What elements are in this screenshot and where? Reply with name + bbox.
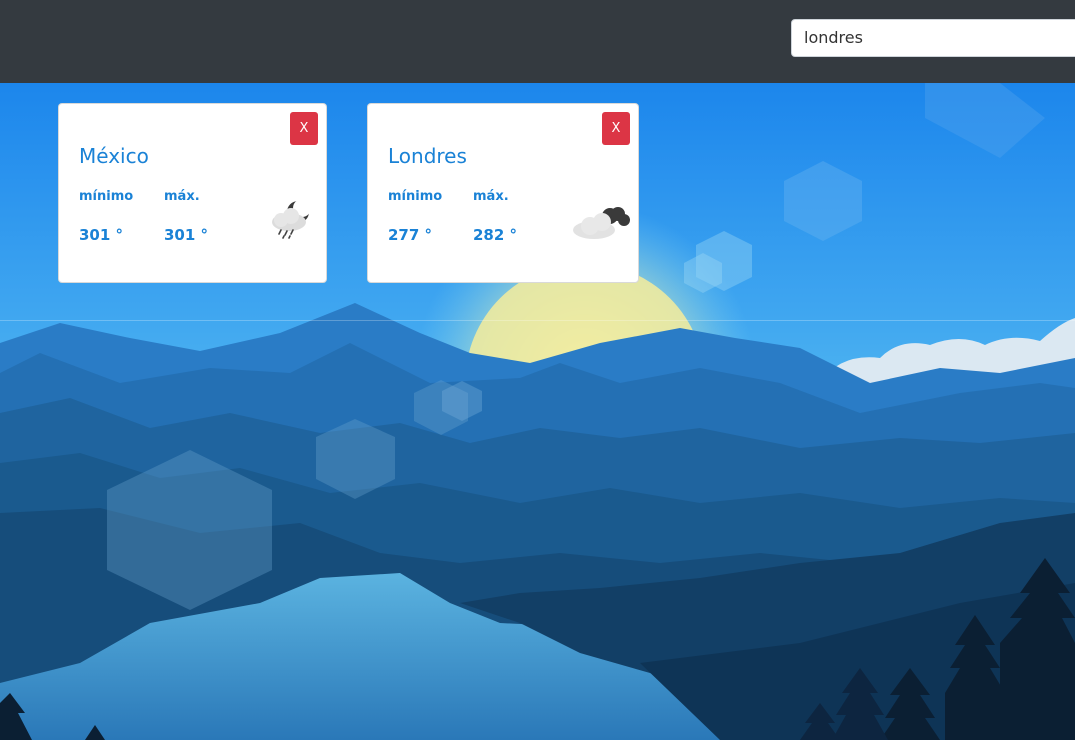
remove-city-button[interactable]: X [602,112,630,145]
weather-card-londres: X Londres mínimo máx. 277 ° 282 ° [367,103,639,283]
city-name: México [79,144,149,168]
min-temp-label: mínimo [388,189,443,204]
min-temp-label: mínimo [79,189,134,204]
cloudy-night-icon [572,198,632,246]
max-temp-value: 301 ° [164,226,209,244]
rain-cloud-moon-icon [267,198,313,248]
min-temp-value: 277 ° [388,226,433,244]
top-navbar [0,0,1075,83]
remove-city-button[interactable]: X [290,112,318,145]
max-temp-label: máx. [164,189,200,204]
city-search-input[interactable] [791,19,1075,57]
max-temp-value: 282 ° [473,226,518,244]
max-temp-label: máx. [473,189,509,204]
city-name: Londres [388,144,467,168]
weather-card-mexico: X México mínimo máx. 301 ° 301 ° [58,103,327,283]
min-temp-value: 301 ° [79,226,124,244]
